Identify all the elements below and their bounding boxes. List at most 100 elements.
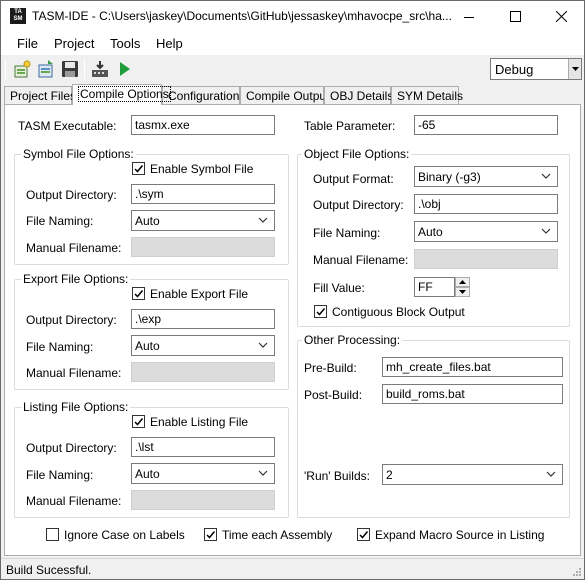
object-naming-select[interactable]: Auto <box>414 221 558 242</box>
run-builds-value: 2 <box>386 468 393 482</box>
resize-grip-icon[interactable] <box>572 567 582 577</box>
configuration-select[interactable]: Debug <box>490 58 582 80</box>
symbol-naming-select[interactable]: Auto <box>131 210 275 231</box>
object-manual-label: Manual Filename: <box>313 253 409 267</box>
listing-output-dir-label: Output Directory: <box>26 441 117 455</box>
enable-listing-checkbox[interactable] <box>132 415 145 428</box>
listing-manual-label: Manual Filename: <box>26 494 122 508</box>
listing-naming-label: File Naming: <box>26 468 94 482</box>
object-naming-label: File Naming: <box>313 226 381 240</box>
menu-bar: File Project Tools Help <box>1 32 584 55</box>
enable-export-label[interactable]: Enable Export File <box>150 287 248 301</box>
dropdown-arrow-icon[interactable] <box>568 59 581 79</box>
tab-compile-options[interactable]: Compile Options <box>72 84 171 105</box>
export-manual-input <box>131 362 275 382</box>
expand-macro-label[interactable]: Expand Macro Source in Listing <box>375 528 544 542</box>
tasm-app-icon: TA SM <box>10 8 26 24</box>
chevron-down-icon <box>541 228 551 234</box>
fill-value-input[interactable]: FF <box>414 277 455 297</box>
close-icon <box>555 11 567 22</box>
enable-symbol-checkbox[interactable] <box>132 162 145 175</box>
time-assembly-label[interactable]: Time each Assembly <box>222 528 332 542</box>
prebuild-input[interactable]: mh_create_files.bat <box>382 357 563 377</box>
status-text: Build Sucessful. <box>6 563 92 577</box>
chevron-down-icon <box>258 342 268 348</box>
minimize-button[interactable] <box>446 1 492 32</box>
contiguous-block-checkbox[interactable] <box>314 305 327 318</box>
tab-obj-details[interactable]: OBJ Details <box>324 86 393 105</box>
object-output-dir-input[interactable]: .\obj <box>414 194 558 214</box>
checkmark-icon <box>134 290 144 298</box>
build-button[interactable] <box>89 58 111 80</box>
run-builds-select[interactable]: 2 <box>382 464 563 485</box>
save-button[interactable] <box>59 58 81 80</box>
export-naming-select[interactable]: Auto <box>131 335 275 356</box>
symbol-manual-label: Manual Filename: <box>26 241 122 255</box>
tab-project-files[interactable]: Project Files <box>4 86 76 105</box>
object-output-dir-label: Output Directory: <box>313 198 404 212</box>
title-bar[interactable]: TA SM TASM-IDE - C:\Users\jaskey\Documen… <box>1 1 584 32</box>
listing-manual-input <box>131 490 275 510</box>
contiguous-block-label[interactable]: Contiguous Block Output <box>332 305 465 319</box>
toolbar-grip <box>5 59 6 79</box>
menu-help[interactable]: Help <box>156 36 183 51</box>
listing-output-dir-input[interactable]: .\lst <box>131 437 275 457</box>
checkmark-icon <box>359 531 369 539</box>
prebuild-label: Pre-Build: <box>304 361 357 375</box>
spin-up-icon[interactable] <box>455 277 470 287</box>
checkmark-icon <box>316 308 326 316</box>
symbol-file-group-title: Symbol File Options: <box>21 147 136 161</box>
tab-strip: Project Files Compile Options Configurat… <box>1 84 584 105</box>
tasm-executable-input[interactable]: tasmx.exe <box>131 115 275 135</box>
chevron-down-icon <box>541 173 551 179</box>
checkmark-icon <box>134 418 144 426</box>
configuration-value: Debug <box>495 62 534 77</box>
menu-tools[interactable]: Tools <box>110 36 140 51</box>
enable-symbol-label[interactable]: Enable Symbol File <box>150 162 253 176</box>
save-icon <box>62 61 78 77</box>
object-format-select[interactable]: Binary (-g3) <box>414 166 558 187</box>
close-button[interactable] <box>538 1 584 32</box>
listing-naming-value: Auto <box>135 467 160 481</box>
spin-down-icon[interactable] <box>455 287 470 297</box>
fill-value-label: Fill Value: <box>313 281 365 295</box>
enable-listing-label[interactable]: Enable Listing File <box>150 415 248 429</box>
run-button[interactable] <box>113 58 135 80</box>
export-naming-label: File Naming: <box>26 340 94 354</box>
status-bar: Build Sucessful. <box>1 558 584 579</box>
symbol-output-dir-label: Output Directory: <box>26 188 117 202</box>
new-project-button[interactable] <box>11 58 33 80</box>
time-assembly-checkbox[interactable] <box>204 528 217 541</box>
export-output-dir-label: Output Directory: <box>26 313 117 327</box>
export-output-dir-input[interactable]: .\exp <box>131 309 275 329</box>
chevron-down-icon <box>258 470 268 476</box>
open-project-icon <box>38 60 53 78</box>
run-icon <box>120 62 130 76</box>
object-format-label: Output Format: <box>313 172 394 186</box>
new-project-icon <box>14 60 31 78</box>
postbuild-label: Post-Build: <box>304 388 363 402</box>
other-processing-group-title: Other Processing: <box>302 333 403 347</box>
tasm-executable-label: TASM Executable: <box>18 119 117 133</box>
menu-project[interactable]: Project <box>54 36 94 51</box>
table-parameter-input[interactable]: -65 <box>414 115 558 135</box>
tab-compile-output[interactable]: Compile Output <box>240 86 329 105</box>
object-format-value: Binary (-g3) <box>418 170 481 184</box>
listing-naming-select[interactable]: Auto <box>131 463 275 484</box>
menu-file[interactable]: File <box>17 36 38 51</box>
ignore-case-label[interactable]: Ignore Case on Labels <box>64 528 185 542</box>
object-naming-value: Auto <box>418 225 443 239</box>
tab-compile-options-label: Compile Options <box>78 86 171 102</box>
fill-value-spinner[interactable] <box>455 277 470 297</box>
tab-configurations[interactable]: Configurations <box>162 86 245 105</box>
enable-export-checkbox[interactable] <box>132 287 145 300</box>
maximize-button[interactable] <box>492 1 538 32</box>
ignore-case-checkbox[interactable] <box>46 528 59 541</box>
postbuild-input[interactable]: build_roms.bat <box>382 384 563 404</box>
minimize-icon <box>464 16 474 18</box>
expand-macro-checkbox[interactable] <box>357 528 370 541</box>
symbol-output-dir-input[interactable]: .\sym <box>131 184 275 204</box>
tab-sym-details[interactable]: SYM Details <box>391 86 463 105</box>
symbol-manual-input <box>131 237 275 257</box>
open-project-button[interactable] <box>35 58 57 80</box>
